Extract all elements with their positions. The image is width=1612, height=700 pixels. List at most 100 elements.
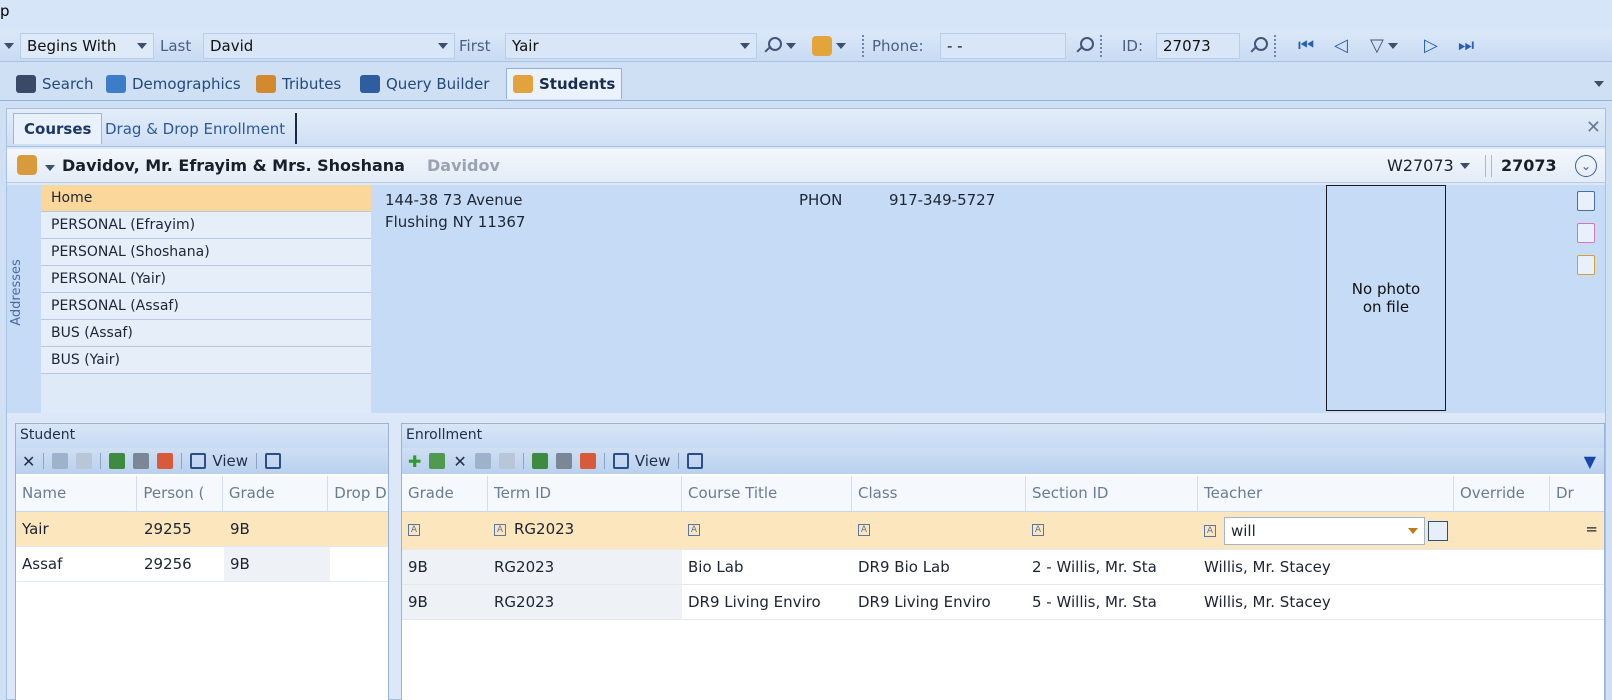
student-view-button[interactable]: View <box>190 452 248 470</box>
filter-cell-course-title[interactable]: A <box>682 512 852 549</box>
chevron-down-icon[interactable] <box>45 165 55 171</box>
search-mode-dropdown[interactable] <box>4 34 14 58</box>
last-name-field[interactable]: David <box>203 33 455 59</box>
phone-search-button[interactable] <box>1074 34 1094 58</box>
previous-record-button[interactable]: ◁ <box>1334 34 1348 58</box>
first-name-field[interactable]: Yair <box>505 33 757 59</box>
chevron-down-icon[interactable] <box>438 43 448 49</box>
teacher-filter-input[interactable]: will <box>1224 516 1425 545</box>
filter-cell-grade[interactable]: A <box>402 512 488 549</box>
layout-icon[interactable] <box>687 453 704 469</box>
column-header-drop[interactable]: Dr <box>1550 476 1604 511</box>
edit-icon[interactable] <box>429 453 446 469</box>
print-icon[interactable] <box>133 453 150 469</box>
student-name-cell: Assaf <box>22 555 63 573</box>
filter-button[interactable]: ▽ <box>1370 34 1398 58</box>
note-icon[interactable] <box>1577 223 1595 243</box>
column-header-override[interactable]: Override <box>1454 476 1550 511</box>
tab-demographics[interactable]: Demographics <box>100 68 247 99</box>
chevron-down-icon <box>1459 162 1470 169</box>
name-search-button[interactable] <box>762 34 796 58</box>
tab-students[interactable]: Students <box>506 68 623 99</box>
copy-icon[interactable] <box>474 453 491 469</box>
toolbar-separator <box>603 453 605 469</box>
address-item-personal-yair[interactable]: PERSONAL (Yair) <box>41 266 371 293</box>
phone-field[interactable]: - - <box>940 33 1066 59</box>
print-icon[interactable] <box>555 453 572 469</box>
filter-cell-drop[interactable]: = <box>1550 512 1604 549</box>
filter-operator-icon[interactable]: A <box>408 523 420 536</box>
tab-tributes[interactable]: Tributes <box>250 68 347 99</box>
filter-operator-icon[interactable]: A <box>688 523 700 536</box>
column-header-drop-date[interactable]: Drop D <box>328 476 388 511</box>
excel-icon[interactable] <box>109 453 126 469</box>
column-header-teacher[interactable]: Teacher <box>1198 476 1454 511</box>
clear-filter-icon[interactable] <box>1428 520 1448 541</box>
first-record-button[interactable]: ⏮ <box>1298 34 1314 58</box>
address-item-home[interactable]: Home <box>41 185 371 212</box>
record-header: Davidov, Mr. Efrayim & Mrs. Shoshana Dav… <box>7 149 1605 183</box>
print-preview-icon[interactable] <box>157 453 174 469</box>
column-header-person[interactable]: Person ( <box>137 476 223 511</box>
first-name-value: Yair <box>512 37 539 55</box>
tab-overflow-dropdown[interactable] <box>1594 81 1604 87</box>
table-row[interactable]: Yair 29255 9B <box>16 512 388 547</box>
column-header-course-title[interactable]: Course Title <box>682 476 852 511</box>
close-icon[interactable]: ✕ <box>1586 117 1601 138</box>
filter-cell-section-id[interactable]: A <box>1026 512 1198 549</box>
table-row[interactable]: Assaf 29256 9B <box>16 547 388 582</box>
tab-search[interactable]: Search <box>10 68 100 99</box>
notebook-icon[interactable] <box>1577 255 1595 275</box>
layout-icon[interactable] <box>265 453 282 469</box>
delete-icon[interactable]: ✕ <box>22 452 35 471</box>
print-preview-icon[interactable] <box>579 453 596 469</box>
paste-icon[interactable] <box>498 453 515 469</box>
table-row[interactable]: 9B RG2023 DR9 Living Enviro DR9 Living E… <box>402 585 1604 620</box>
address-item-bus-yair[interactable]: BUS (Yair) <box>41 347 371 374</box>
column-header-term-id[interactable]: Term ID <box>488 476 682 511</box>
paste-icon[interactable] <box>76 453 93 469</box>
table-row[interactable]: 9B RG2023 Bio Lab DR9 Bio Lab 2 - Willis… <box>402 550 1604 585</box>
column-header-name[interactable]: Name <box>16 476 138 511</box>
student-person-cell: 29256 <box>144 555 192 573</box>
collapse-icon[interactable]: ⌄ <box>1575 155 1597 177</box>
add-icon[interactable]: ✚ <box>408 452 421 471</box>
id-field[interactable]: 27073 <box>1156 33 1240 59</box>
address-item-personal-shoshana[interactable]: PERSONAL (Shoshana) <box>41 239 371 266</box>
chevron-down-icon[interactable] <box>1408 527 1418 534</box>
filter-operator-icon[interactable]: A <box>1204 524 1216 537</box>
tab-query-builder[interactable]: Query Builder <box>354 68 495 99</box>
filter-cell-override[interactable] <box>1454 512 1550 549</box>
filter-operator-icon[interactable]: A <box>858 523 870 536</box>
account-selector[interactable]: W27073 <box>1387 156 1470 175</box>
edit-address-icon[interactable] <box>1577 191 1595 211</box>
chevron-down-icon[interactable] <box>740 43 750 49</box>
address-item-bus-assaf[interactable]: BUS (Assaf) <box>41 320 371 347</box>
column-header-grade[interactable]: Grade <box>223 476 329 511</box>
address-item-personal-assaf[interactable]: PERSONAL (Assaf) <box>41 293 371 320</box>
enrollment-course-cell: DR9 Living Enviro <box>688 593 821 611</box>
tab-courses[interactable]: Courses <box>13 113 103 144</box>
search-mode-select[interactable]: Begins With <box>20 33 154 59</box>
copy-icon[interactable] <box>52 453 69 469</box>
last-record-button[interactable]: ⏭ <box>1458 34 1474 58</box>
column-header-grade[interactable]: Grade <box>402 476 488 511</box>
column-header-class[interactable]: Class <box>852 476 1026 511</box>
filter-cell-teacher[interactable]: A will <box>1198 512 1454 549</box>
filter-cell-term-id[interactable]: A RG2023 <box>488 512 682 549</box>
next-record-button[interactable]: ▷ <box>1424 34 1438 58</box>
id-search-button[interactable] <box>1248 34 1268 58</box>
delete-icon[interactable]: ✕ <box>453 452 466 471</box>
filter-cell-class[interactable]: A <box>852 512 1026 549</box>
excel-icon[interactable] <box>531 453 548 469</box>
filter-operator-icon[interactable]: A <box>494 523 506 536</box>
person-menu-icon[interactable] <box>17 155 37 175</box>
column-header-section-id[interactable]: Section ID <box>1026 476 1198 511</box>
filter-icon[interactable]: ▼ <box>1584 452 1596 471</box>
tab-drag-drop-enrollment[interactable]: Drag & Drop Enrollment <box>95 113 298 144</box>
address-item-personal-efrayim[interactable]: PERSONAL (Efrayim) <box>41 212 371 239</box>
teacher-filter-value: will <box>1231 521 1256 540</box>
add-person-button[interactable] <box>812 34 846 58</box>
enrollment-view-button[interactable]: View <box>612 452 670 470</box>
filter-operator-icon[interactable]: A <box>1032 523 1044 536</box>
